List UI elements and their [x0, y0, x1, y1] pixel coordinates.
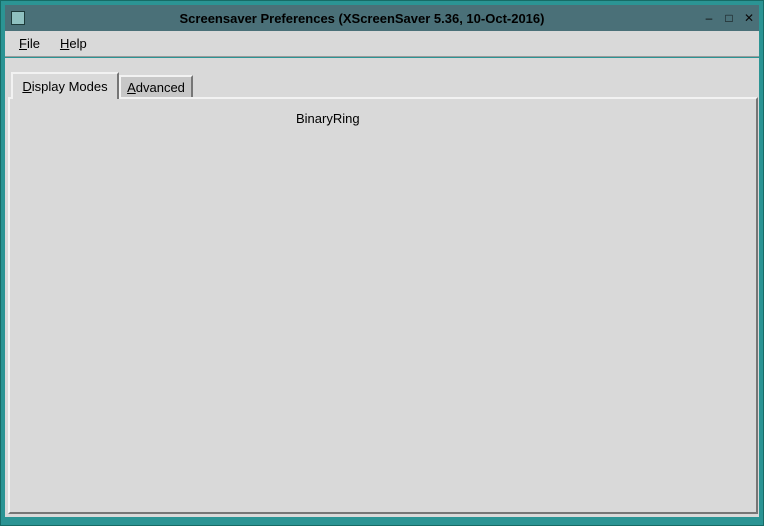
menu-help[interactable]: Help: [52, 33, 95, 54]
xscreensaver-window: Screensaver Preferences (XScreenSaver 5.…: [0, 0, 764, 526]
preview-frame-label: BinaryRing: [292, 111, 364, 126]
tab-advanced-label: Advanced: [127, 80, 185, 95]
maximize-button[interactable]: □: [719, 8, 739, 28]
minimize-button[interactable]: –: [699, 8, 719, 28]
tab-advanced[interactable]: Advanced: [119, 75, 193, 98]
display-modes-panel: [8, 97, 758, 514]
window-title: Screensaver Preferences (XScreenSaver 5.…: [25, 11, 699, 26]
tab-display-modes[interactable]: Display Modes: [11, 72, 119, 99]
tab-display-modes-label: Display Modes: [22, 79, 107, 94]
window-icon: [11, 11, 25, 25]
titlebar[interactable]: Screensaver Preferences (XScreenSaver 5.…: [5, 5, 759, 31]
close-button[interactable]: ✕: [739, 8, 759, 28]
menubar: File Help: [5, 31, 759, 57]
menu-file[interactable]: File: [11, 33, 48, 54]
